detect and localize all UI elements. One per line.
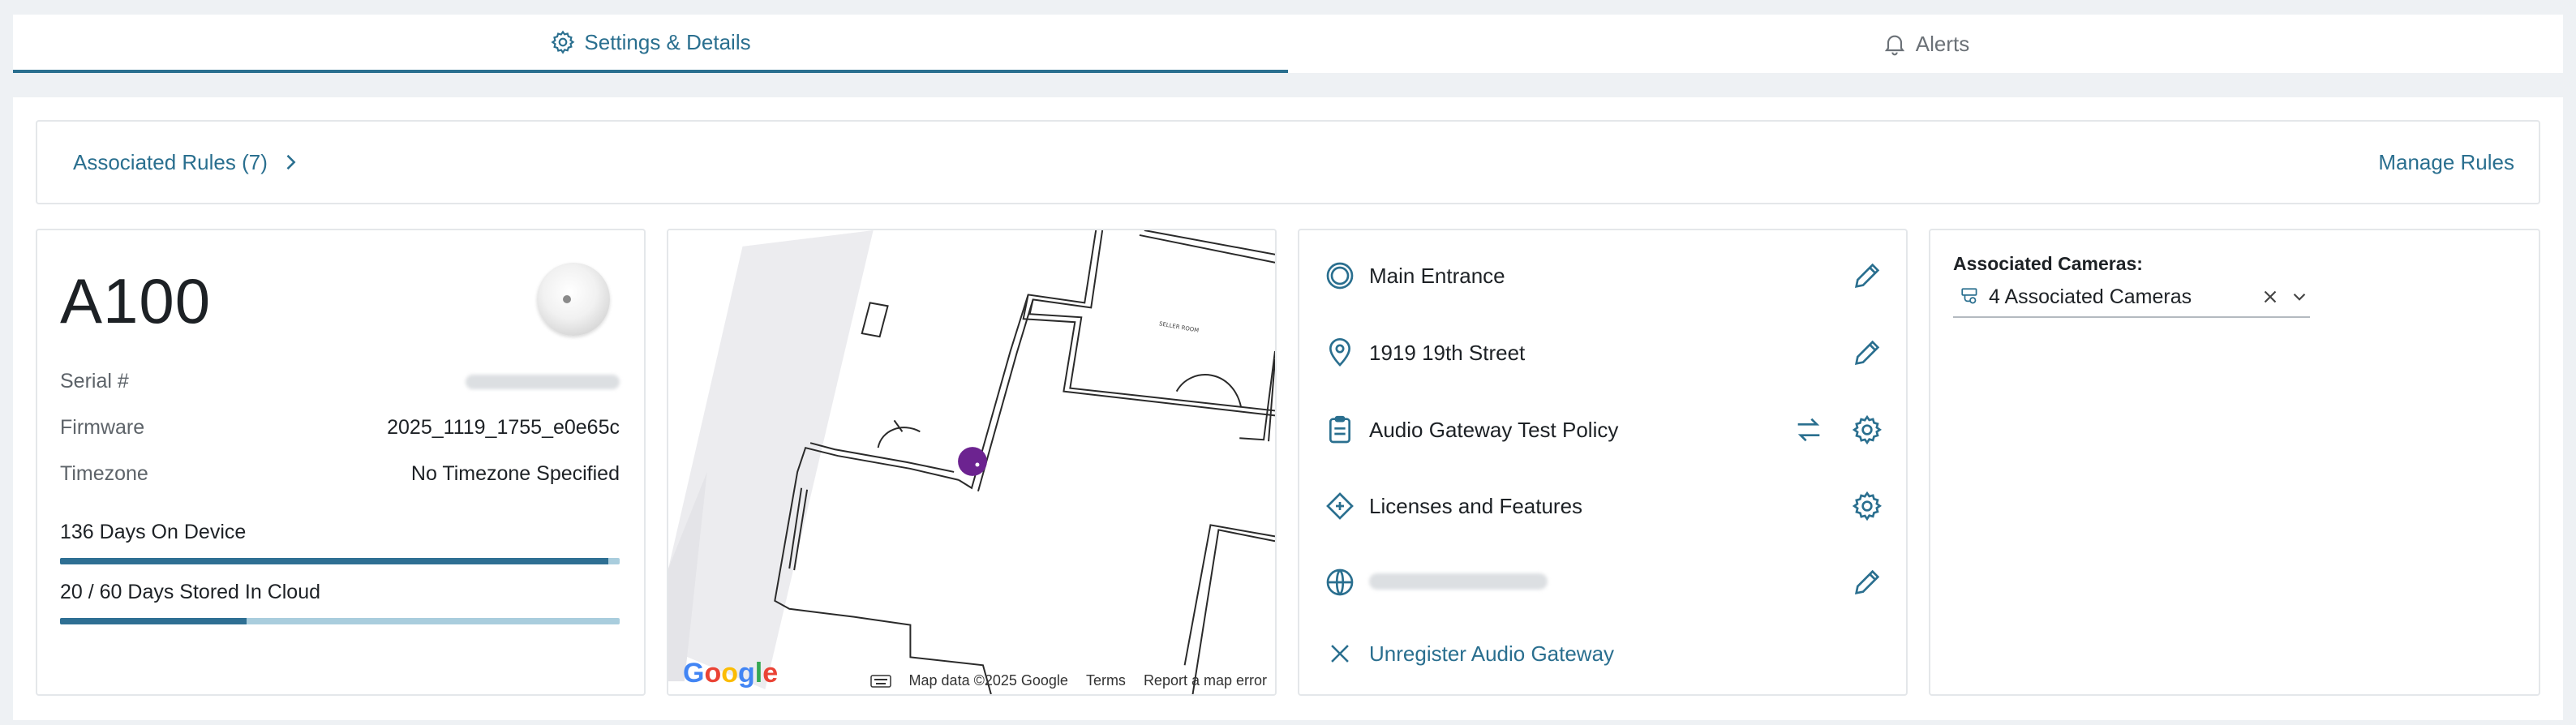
map-footer: Map data ©2025 Google Terms Report a map… [869,672,1267,689]
tab-settings-details-label: Settings & Details [584,29,751,54]
days-in-cloud-bar-fill [60,618,247,624]
ip-blur [1369,573,1548,590]
main-panel: Associated Rules (7) Manage Rules A100 S… [13,97,2563,720]
floorplan-map[interactable]: SELLER ROOM [668,230,1275,694]
manage-rules-link[interactable]: Manage Rules [2378,150,2514,175]
days-on-device-bar-fill [60,558,609,564]
ip-address-redacted [1369,570,1827,595]
google-letter-l: l [754,658,763,689]
firmware-row: Firmware 2025_1119_1755_e0e65c [60,416,620,440]
keyboard-icon[interactable] [869,674,891,689]
device-model: A100 [60,265,212,337]
map-report-error-link[interactable]: Report a map error [1144,672,1267,689]
map-corridor [668,230,874,690]
chevron-down-icon[interactable] [2289,286,2310,307]
google-logo: Google [683,658,778,689]
google-letter-g: G [683,658,705,689]
camera-icon [1961,288,1977,304]
serial-row: Serial # [60,370,620,393]
globe-icon [1326,568,1354,596]
bell-icon [1884,35,1904,56]
firmware-value: 2025_1119_1755_e0e65c [387,416,620,439]
device-location-pin[interactable] [958,447,987,476]
location-label: Main Entrance [1369,263,1505,288]
chevron-right-icon[interactable] [279,151,302,174]
associated-cameras-value: 4 Associated Cameras [1989,285,2192,308]
clipboard-icon [1329,415,1350,444]
policy-row: Audio Gateway Test Policy [1324,409,1883,451]
associated-rules-label[interactable]: Associated Rules (7) [73,150,268,175]
google-letter-e: e [762,658,779,689]
close-icon[interactable] [1326,640,1354,667]
google-letter-o1: o [704,658,722,689]
licenses-label: Licenses and Features [1369,493,1583,518]
details-card: Main Entrance 1919 19th Street Audio Gat… [1298,229,1908,696]
policy-settings-gear-icon[interactable] [1851,414,1883,446]
edit-address-icon[interactable] [1851,337,1883,369]
days-in-cloud: 20 / 60 Days Stored In Cloud [60,581,321,603]
days-in-cloud-bar [60,618,620,624]
location-row: Main Entrance [1324,255,1883,297]
gear-icon [551,30,575,54]
floorplan-drawing: SELLER ROOM [668,230,1275,694]
device-image [537,263,610,336]
google-letter-g2: g [738,658,755,689]
days-on-device: 136 Days On Device [60,521,247,543]
associated-rules-link[interactable]: Associated Rules (7) [73,150,302,175]
map-card[interactable]: SELLER ROOM Google Map data ©2025 Google… [667,229,1277,696]
timezone-label: Timezone [60,462,148,485]
unregister-row[interactable]: Unregister Audio Gateway [1324,633,1883,675]
timezone-value: No Timezone Specified [410,462,620,485]
associated-cameras-select[interactable]: 4 Associated Cameras [1953,277,2310,318]
google-letter-o2: o [721,658,739,689]
map-pin-icon [1329,338,1351,367]
timezone-row: Timezone No Timezone Specified [60,462,620,486]
target-icon [1326,262,1354,290]
cameras-card: Associated Cameras: 4 Associated Cameras [1929,229,2540,696]
address-label: 1919 19th Street [1369,340,1526,365]
tab-settings-details[interactable]: Settings & Details [13,15,1288,73]
rules-bar: Associated Rules (7) Manage Rules [36,120,2540,204]
associated-cameras-title: Associated Cameras: [1953,253,2143,274]
tab-alerts[interactable]: Alerts [1288,15,2563,73]
tab-bar: Settings & Details Alerts [13,15,2563,73]
days-on-device-bar [60,558,620,564]
edit-location-icon[interactable] [1851,260,1883,292]
serial-label: Serial # [60,370,129,393]
policy-label: Audio Gateway Test Policy [1369,417,1619,442]
unregister-link[interactable]: Unregister Audio Gateway [1369,641,1883,667]
ip-row [1324,561,1883,603]
tab-alerts-label: Alerts [1915,31,1970,56]
licenses-settings-gear-icon[interactable] [1851,490,1883,522]
edit-ip-icon[interactable] [1851,566,1883,598]
licenses-row: Licenses and Features [1324,485,1883,527]
map-terms-link[interactable]: Terms [1086,672,1126,689]
pin-dot [975,462,980,467]
map-data-credit: Map data ©2025 Google [908,672,1068,689]
diamond-plus-icon [1326,492,1354,520]
address-row: 1919 19th Street [1324,332,1883,374]
swap-policy-icon[interactable] [1792,414,1825,446]
floor-room-label: SELLER ROOM [1158,320,1199,333]
firmware-label: Firmware [60,416,145,439]
clear-selection-icon[interactable] [2260,286,2281,307]
device-info-card: A100 Serial # Firmware 2025_1119_1755_e0… [36,229,646,696]
serial-value-redacted [466,375,620,389]
